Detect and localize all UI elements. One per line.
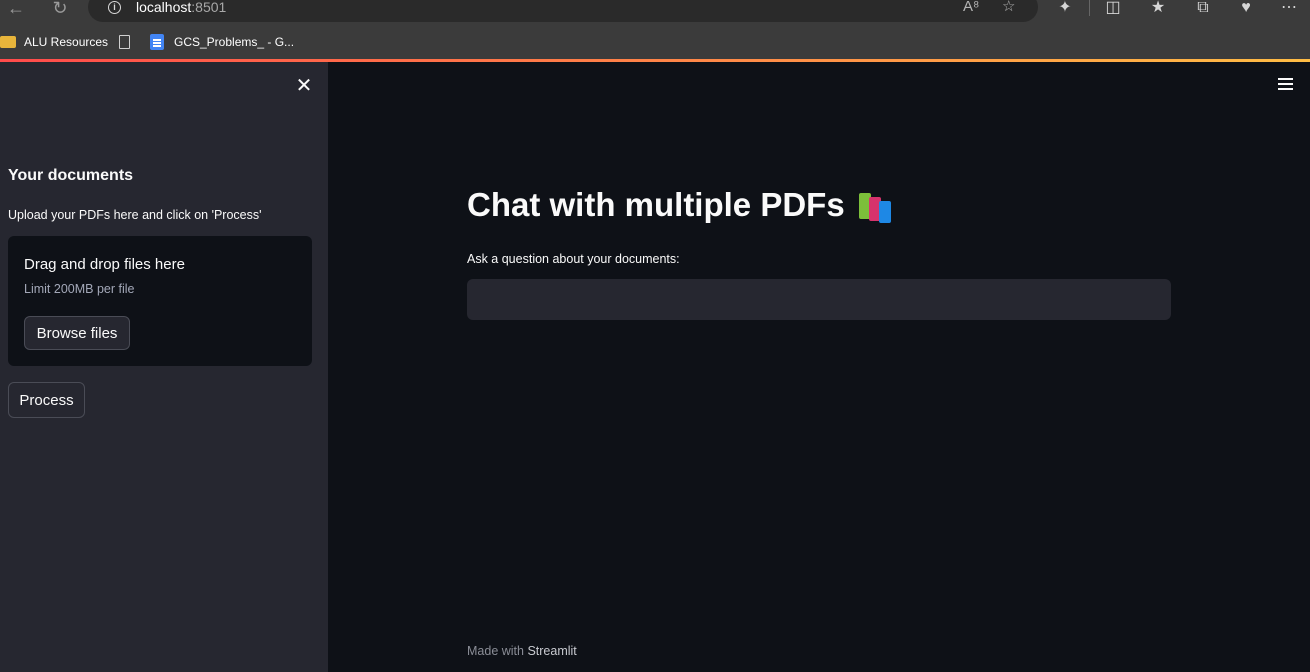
favorite-star-icon[interactable]: ☆ (1002, 0, 1015, 16)
address-url[interactable]: localhost:8501 (136, 0, 226, 15)
browser-essentials-icon[interactable]: ♥ (1235, 0, 1257, 18)
close-sidebar-icon[interactable]: ✕ (293, 75, 315, 97)
browse-files-button[interactable]: Browse files (24, 316, 130, 350)
hamburger-menu-icon[interactable] (1278, 78, 1296, 92)
file-dropzone[interactable]: Drag and drop files here Limit 200MB per… (8, 236, 312, 366)
collections-icon[interactable]: ⧉ (1192, 0, 1214, 18)
more-options-icon[interactable]: ⋯ (1278, 0, 1300, 18)
streamlit-link[interactable]: Streamlit (527, 644, 576, 658)
doc-icon (150, 34, 164, 50)
scrollbar[interactable] (1306, 62, 1310, 672)
browser-toolbar: ← ↻ i localhost:8501 A⁸ ☆ ✦ ◫ ★ ⧉ ♥ ⋯ (0, 0, 1310, 22)
bookmark-gcs-problems[interactable]: GCS_Problems_ - G... (150, 33, 294, 51)
extensions-icon[interactable]: ✦ (1054, 0, 1076, 18)
books-icon (857, 189, 895, 223)
sidebar-heading: Your documents (8, 167, 134, 184)
reload-icon[interactable]: ↻ (48, 0, 72, 20)
dropzone-title: Drag and drop files here (24, 256, 185, 273)
page-title: Chat with multiple PDFs (467, 186, 895, 224)
browser-chrome: ← ↻ i localhost:8501 A⁸ ☆ ✦ ◫ ★ ⧉ ♥ ⋯ AL… (0, 0, 1310, 60)
dropzone-limit: Limit 200MB per file (24, 282, 135, 296)
bookmark-page[interactable] (119, 33, 130, 51)
address-bar[interactable]: i localhost:8501 A⁸ ☆ (88, 0, 1038, 22)
footer: Made with Streamlit (467, 644, 577, 658)
split-screen-icon[interactable]: ◫ (1102, 0, 1124, 18)
favorites-icon[interactable]: ★ (1147, 0, 1169, 18)
question-input[interactable] (467, 279, 1171, 320)
sidebar-caption: Upload your PDFs here and click on 'Proc… (8, 208, 262, 222)
question-label: Ask a question about your documents: (467, 252, 680, 266)
bookmark-alu-resources[interactable]: ALU Resources (0, 33, 108, 51)
sidebar: ✕ Your documents Upload your PDFs here a… (0, 62, 328, 672)
page-icon (119, 35, 130, 49)
folder-icon (0, 36, 16, 48)
back-arrow-icon[interactable]: ← (4, 0, 28, 20)
site-info-icon[interactable]: i (108, 1, 121, 14)
toolbar-divider (1089, 0, 1090, 16)
process-button[interactable]: Process (8, 382, 85, 418)
read-aloud-icon[interactable]: A⁸ (963, 0, 979, 16)
bookmarks-bar: ALU Resources GCS_Problems_ - G... (0, 30, 1310, 54)
